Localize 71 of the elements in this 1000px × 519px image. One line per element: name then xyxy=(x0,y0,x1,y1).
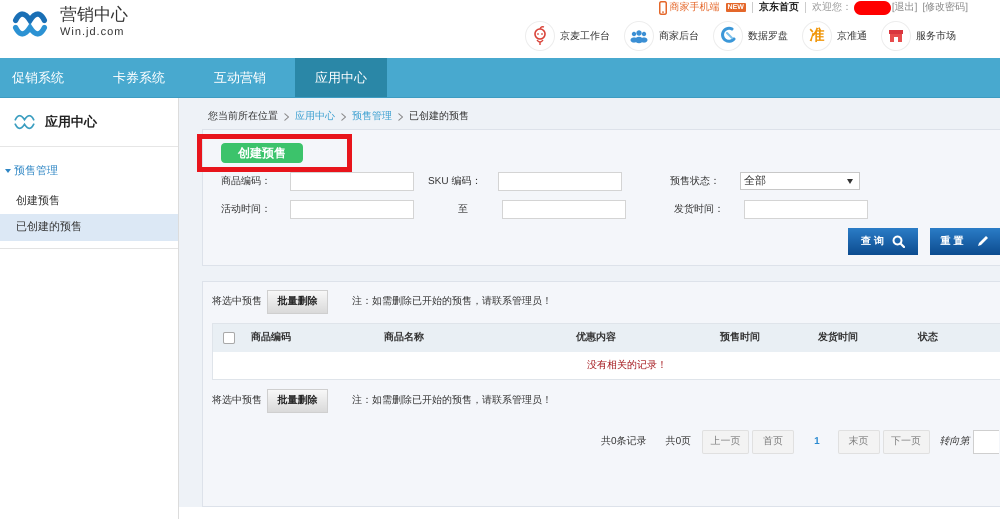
chevron-icon xyxy=(284,112,289,121)
field-label: 至 xyxy=(457,202,469,217)
logout-link[interactable]: [退出] xyxy=(892,0,918,15)
quick-link[interactable]: 服务市场 xyxy=(881,21,956,51)
character-icon: 准 xyxy=(802,21,832,51)
input-field[interactable] xyxy=(498,172,622,191)
quick-link[interactable]: 准 京准通 xyxy=(802,21,867,51)
nav-tab[interactable]: 互动营销 xyxy=(194,58,286,97)
cartoon-face-icon xyxy=(525,21,555,51)
home-link[interactable]: 京东首页 xyxy=(758,0,799,15)
sidebar-item[interactable]: 创建预售 xyxy=(0,188,178,214)
column-header: 商品名称 xyxy=(384,330,424,346)
select-field[interactable]: 全部 xyxy=(740,172,860,190)
input-field[interactable] xyxy=(744,200,868,219)
create-presale-button[interactable]: 创建预售 xyxy=(221,142,303,163)
column-header: 发货时间 xyxy=(818,330,858,346)
mobile-app-link[interactable]: 商家手机端 xyxy=(658,0,720,15)
field-label: SKU 编码： xyxy=(428,174,482,189)
bulk-delete-button[interactable]: 批量删除 xyxy=(267,388,328,413)
swirl-icon xyxy=(713,21,743,51)
bulk-label: 将选中预售 xyxy=(212,394,262,408)
pencil-icon xyxy=(977,235,990,248)
quick-link[interactable]: 京麦工作台 xyxy=(525,21,610,51)
search-icon xyxy=(892,234,905,248)
goto-label: 转向第 xyxy=(940,435,970,450)
breadcrumb-label: 您当前所在位置 xyxy=(208,110,278,124)
chevron-icon xyxy=(398,112,403,121)
note-text: 注：如需删除已开始的预售，请联系管理员！ xyxy=(352,394,552,408)
nav-tab[interactable]: 应用中心 xyxy=(295,58,387,97)
total-records: 共0条记录 xyxy=(601,434,647,450)
bulk-label: 将选中预售 xyxy=(212,294,262,310)
bulk-delete-button[interactable]: 批量删除 xyxy=(267,290,328,314)
field-label: 预售状态： xyxy=(670,174,721,189)
note-text: 注：如需删除已开始的预售，请联系管理员！ xyxy=(352,294,552,310)
input-field[interactable] xyxy=(502,200,626,219)
change-password-link[interactable]: [修改密码] xyxy=(922,0,968,15)
quick-link[interactable]: 数据罗盘 xyxy=(713,21,788,51)
reset-button[interactable]: 重 置 xyxy=(930,228,1000,255)
total-pages: 共0页 xyxy=(666,434,692,450)
checkbox[interactable] xyxy=(223,332,235,344)
people-icon xyxy=(624,21,654,51)
welcome-text: 欢迎您： xyxy=(812,0,852,15)
shop-icon xyxy=(881,21,911,51)
search-button[interactable]: 查 询 xyxy=(848,228,918,255)
input-field[interactable] xyxy=(290,172,414,191)
group-toggle[interactable]: 预售管理 xyxy=(0,159,178,183)
breadcrumb-link[interactable]: 预售管理 xyxy=(352,110,392,124)
nav-tab[interactable]: 促销系统 xyxy=(0,58,84,97)
chevron-icon xyxy=(341,112,346,121)
page-input-field[interactable] xyxy=(972,430,999,454)
nav-tab[interactable]: 卡券系统 xyxy=(93,58,185,97)
field-label: 商品编码： xyxy=(221,174,272,189)
phone-icon xyxy=(658,0,667,14)
column-header: 优惠内容 xyxy=(576,330,616,346)
column-header: 预售时间 xyxy=(720,330,760,346)
breadcrumb-link[interactable]: 应用中心 xyxy=(295,110,335,124)
column-header: 状态 xyxy=(918,330,938,346)
sidebar-title: 应用中心 xyxy=(45,113,97,132)
input-field[interactable] xyxy=(290,200,414,219)
column-header: 商品编码 xyxy=(251,330,291,346)
field-label: 发货时间： xyxy=(674,202,725,217)
quick-link[interactable]: 商家后台 xyxy=(624,21,699,51)
field-label: 活动时间： xyxy=(221,202,272,217)
empty-message: 没有相关的记录！ xyxy=(587,358,667,373)
logo-icon xyxy=(13,112,36,132)
dropdown-arrow-icon xyxy=(847,178,853,184)
page-number-link[interactable]: 1 xyxy=(814,434,820,450)
logo-title: 营销中心 xyxy=(60,5,128,25)
logo-subtitle: Win.jd.com xyxy=(60,26,126,38)
sidebar-item[interactable]: 已创建的预售 xyxy=(0,214,178,241)
breadcrumb-current: 已创建的预售 xyxy=(409,110,469,124)
